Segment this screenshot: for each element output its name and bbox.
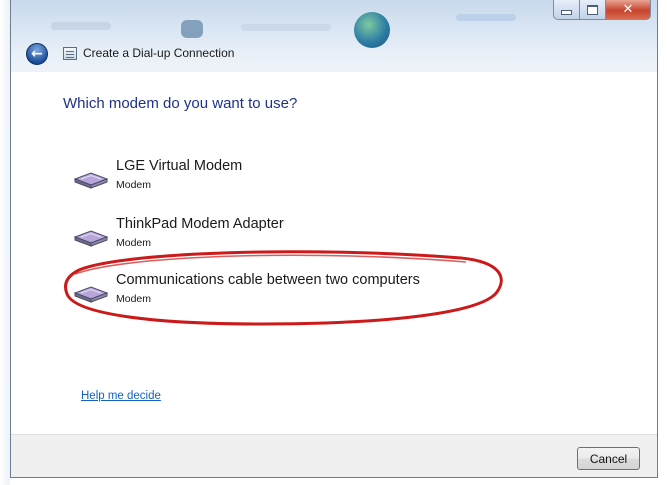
dialup-wizard-window: ✕ ← Create a Dial-up Connection Which mo… xyxy=(10,0,658,478)
network-computer-icon xyxy=(181,20,203,38)
dialog-footer: Cancel xyxy=(11,434,657,477)
background-edge xyxy=(0,0,10,485)
modem-name: LGE Virtual Modem xyxy=(116,158,243,174)
modem-option-communications-cable[interactable]: Communications cable between two compute… xyxy=(73,272,533,310)
close-icon: ✕ xyxy=(622,2,634,17)
modem-type: Modem xyxy=(116,179,152,191)
back-arrow-icon: ← xyxy=(31,45,43,62)
window-header: ✕ ← Create a Dial-up Connection xyxy=(11,0,657,72)
modem-option-thinkpad-adapter[interactable]: ThinkPad Modem Adapter Modem xyxy=(73,216,533,254)
modem-icon xyxy=(73,172,109,189)
background-blur xyxy=(456,14,516,21)
modem-option-lge-virtual[interactable]: LGE Virtual Modem Modem xyxy=(73,158,533,196)
maximize-icon xyxy=(587,4,598,15)
minimize-button[interactable] xyxy=(553,0,580,20)
modem-type: Modem xyxy=(116,293,152,305)
help-me-decide-link[interactable]: Help me decide xyxy=(81,390,161,402)
modem-name: ThinkPad Modem Adapter xyxy=(116,216,284,232)
window-controls: ✕ xyxy=(553,0,651,20)
background-blur xyxy=(51,22,111,30)
modem-type: Modem xyxy=(116,237,152,249)
modem-icon xyxy=(73,286,109,303)
window-title: Create a Dial-up Connection xyxy=(83,46,235,60)
dialup-connection-icon xyxy=(63,47,77,60)
cancel-button[interactable]: Cancel xyxy=(577,447,640,470)
minimize-icon xyxy=(561,10,572,15)
background-blur xyxy=(241,24,331,31)
maximize-button[interactable] xyxy=(580,0,606,20)
close-button[interactable]: ✕ xyxy=(606,0,651,20)
internet-globe-icon xyxy=(354,12,390,48)
page-heading: Which modem do you want to use? xyxy=(63,95,298,112)
modem-icon xyxy=(73,230,109,247)
modem-name: Communications cable between two compute… xyxy=(116,272,420,288)
back-button[interactable]: ← xyxy=(26,43,48,65)
